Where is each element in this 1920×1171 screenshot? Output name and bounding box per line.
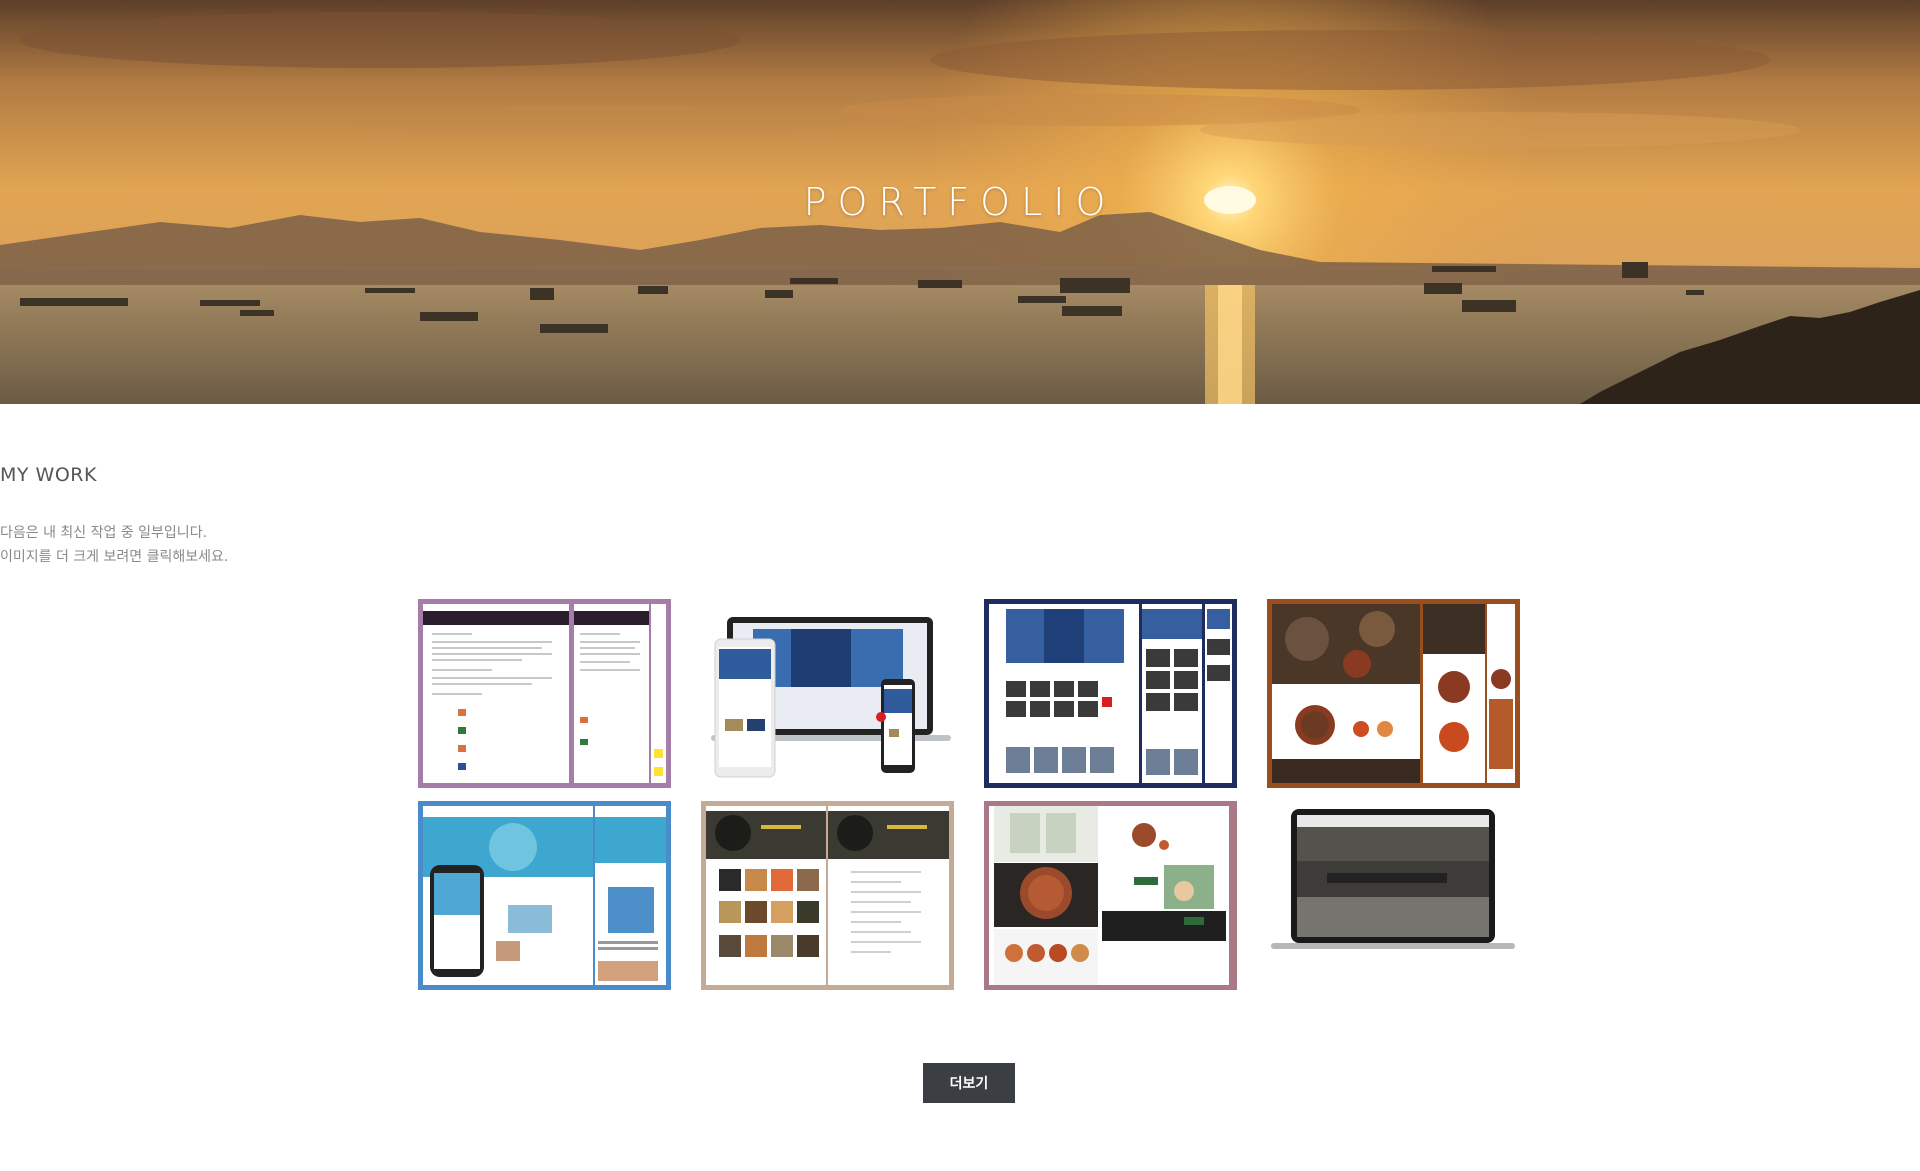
section-description-line-1: 다음은 내 최신 작업 중 일부입니다.	[0, 525, 208, 541]
section-description: 다음은 내 최신 작업 중 일부입니다. 이미지를 더 크게 보려면 클릭해보세…	[0, 521, 1920, 569]
portfolio-thumb-brown-food[interactable]	[1267, 599, 1520, 788]
section-description-line-2: 이미지를 더 크게 보려면 클릭해보세요.	[0, 549, 229, 565]
portfolio-thumb-purple-document[interactable]	[418, 599, 671, 788]
portfolio-thumb-beige-cafe[interactable]	[701, 801, 954, 990]
hero-title: PORTFOLIO	[803, 180, 1117, 224]
hero-banner: PORTFOLIO	[0, 0, 1920, 404]
portfolio-thumb-mauve-restaurant[interactable]	[984, 801, 1237, 990]
portfolio-thumb-blue-pool[interactable]	[418, 801, 671, 990]
portfolio-thumb-navy-hospital[interactable]	[984, 599, 1237, 788]
portfolio-grid	[418, 599, 1521, 990]
portfolio-thumb-responsive-devices[interactable]	[701, 599, 954, 788]
more-button[interactable]: 더보기	[923, 1063, 1015, 1103]
section-title: MY WORK	[0, 464, 97, 486]
portfolio-thumb-laptop-kitchen[interactable]	[1267, 801, 1520, 990]
